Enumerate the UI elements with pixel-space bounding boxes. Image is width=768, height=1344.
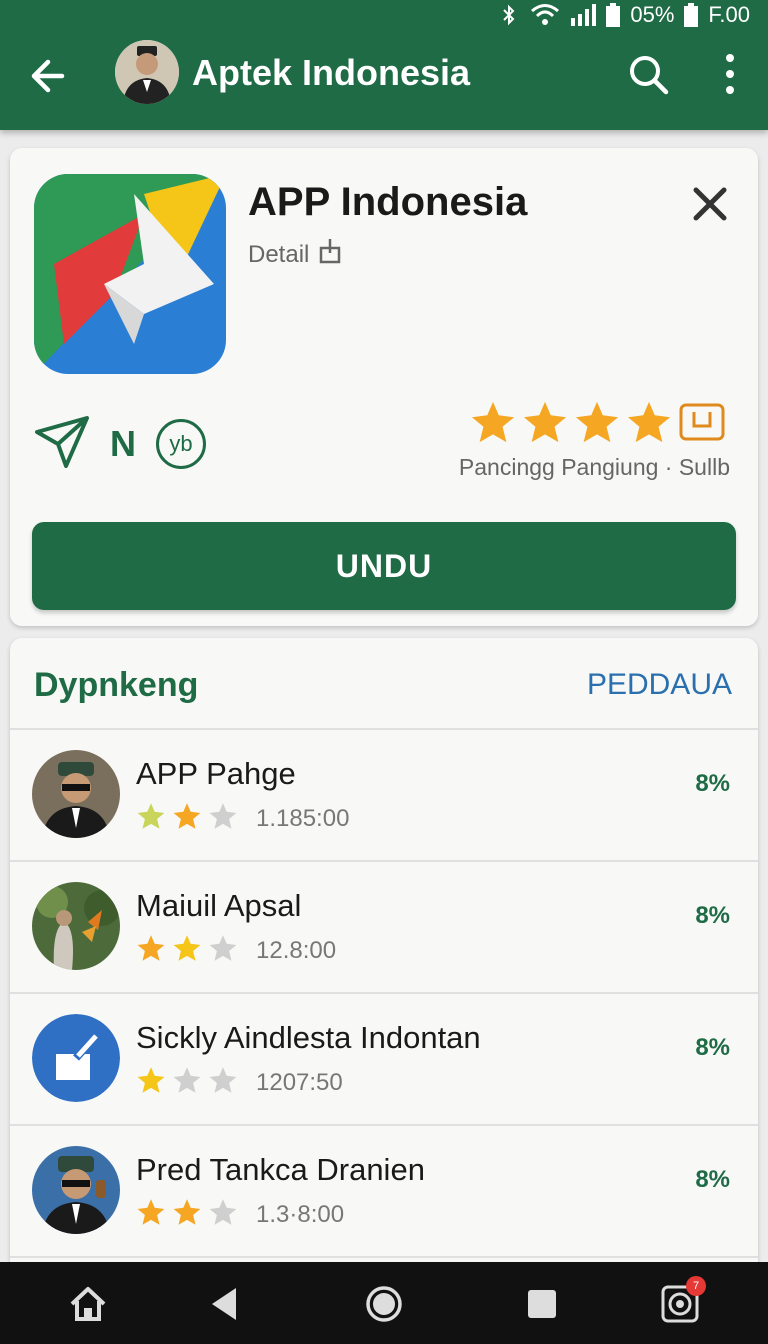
list-item-percent: 8% <box>695 1034 730 1061</box>
list-item-rating: 12.8:00 <box>136 934 336 967</box>
list-item-percent: 8% <box>695 902 730 929</box>
star-empty-icon <box>208 1198 238 1231</box>
avatar <box>32 750 120 838</box>
list-item[interactable]: Maiuil Apsal 12.8:00 8% <box>10 862 758 994</box>
edit-app-icon <box>32 1014 120 1102</box>
star-icon <box>136 934 166 967</box>
app-rating <box>470 400 726 449</box>
list-item[interactable]: APP Pahge 1.185:00 8% <box>10 730 758 862</box>
app-list-card: Dypnkeng PEDDAUA APP Pahge 1.185:00 8% M… <box>10 638 758 1278</box>
star-icon <box>136 802 166 835</box>
battery-full-icon <box>684 3 699 27</box>
star-icon <box>172 1198 202 1231</box>
list-item-rating: 1207:50 <box>136 1066 343 1099</box>
back-triangle-icon[interactable] <box>206 1284 246 1324</box>
home-circle-icon[interactable] <box>364 1284 404 1324</box>
list-item-percent: 8% <box>695 1166 730 1193</box>
list-item[interactable]: Sickly Aindlesta Indontan 1207:50 8% <box>10 994 758 1126</box>
battery-percent: 05% <box>630 2 675 27</box>
list-item-name: Maiuil Apsal <box>136 888 302 923</box>
badge-row: N yb <box>34 414 206 473</box>
search-icon[interactable] <box>626 52 670 96</box>
star-icon <box>470 400 516 449</box>
list-item-name: Pred Tankca Dranien <box>136 1152 425 1187</box>
star-empty-icon <box>208 934 238 967</box>
more-vert-icon[interactable] <box>712 52 748 96</box>
share-icon[interactable] <box>319 238 341 271</box>
status-bar: 05% F.00 <box>498 0 750 30</box>
detail-row[interactable]: Detail <box>248 238 341 271</box>
list-title: Dypnkeng <box>34 666 199 704</box>
notification-badge: 7 <box>686 1276 706 1296</box>
star-icon <box>522 400 568 449</box>
avatar <box>32 882 120 970</box>
star-icon <box>172 934 202 967</box>
star-icon <box>136 1198 166 1231</box>
app-bar: Aptek Indonesia <box>0 36 768 116</box>
app-bar-title: Aptek Indonesia <box>192 52 471 93</box>
list-item-name: Sickly Aindlesta Indontan <box>136 1020 481 1055</box>
star-icon <box>136 1066 166 1099</box>
star-empty-icon <box>208 802 238 835</box>
list-item-name: APP Pahge <box>136 756 296 791</box>
star-icon <box>626 400 672 449</box>
avatar[interactable] <box>115 40 179 104</box>
install-button[interactable]: UNDU <box>32 522 736 610</box>
badge-circle: yb <box>156 418 206 469</box>
wifi-icon <box>530 3 560 27</box>
app-name: APP Indonesia <box>248 180 528 224</box>
list-item-count: 1207:50 <box>256 1068 343 1096</box>
list-item-count: 1.185:00 <box>256 804 350 832</box>
star-icon <box>574 400 620 449</box>
bluetooth-icon <box>498 4 520 26</box>
list-action-link[interactable]: PEDDAUA <box>587 668 732 702</box>
system-nav-bar <box>0 1262 768 1344</box>
list-item[interactable]: Pred Tankca Dranien 1.3·8:00 8% <box>10 1126 758 1258</box>
list-item-rating: 1.185:00 <box>136 802 349 835</box>
back-arrow-icon[interactable] <box>26 54 70 98</box>
home-icon[interactable] <box>68 1284 108 1324</box>
star-empty-icon <box>208 1066 238 1099</box>
battery-icon <box>606 3 621 27</box>
signal-icon <box>570 4 597 26</box>
detail-label: Detail <box>248 240 310 268</box>
list-item-percent: 8% <box>695 770 730 797</box>
close-icon[interactable] <box>690 184 730 224</box>
list-item-count: 1.3·8:00 <box>256 1200 345 1228</box>
top-app-bar: 05% F.00 Aptek Indonesia <box>0 0 768 130</box>
app-logo-icon <box>34 174 226 374</box>
send-icon <box>34 414 90 473</box>
list-item-count: 12.8:00 <box>256 936 337 964</box>
list-item-rating: 1.3·8:00 <box>136 1198 344 1231</box>
avatar <box>32 1146 120 1234</box>
app-detail-card: APP Indonesia Detail N yb Pancingg Pangi… <box>10 148 758 626</box>
badge-letter: N <box>110 422 136 464</box>
rating-caption: Pancingg Pangiung · Sullb <box>458 454 730 480</box>
status-time: F.00 <box>708 2 750 27</box>
star-empty-icon <box>172 1066 202 1099</box>
bookmark-box-icon[interactable] <box>678 402 726 447</box>
star-icon <box>172 802 202 835</box>
list-header: Dypnkeng PEDDAUA <box>10 638 758 730</box>
recents-square-icon[interactable] <box>522 1284 562 1324</box>
